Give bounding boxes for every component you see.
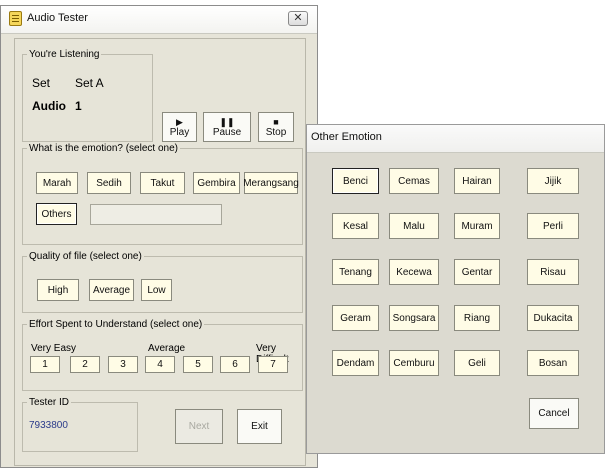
- emotion-button-takut[interactable]: Takut: [140, 172, 185, 194]
- title-bar[interactable]: Audio Tester ✕: [1, 6, 317, 34]
- tester-id-value: 7933800: [29, 420, 68, 431]
- emotion-legend: What is the emotion? (select one): [29, 143, 178, 154]
- emotion-riang-button[interactable]: Riang: [454, 305, 500, 331]
- cancel-button[interactable]: Cancel: [529, 398, 579, 429]
- emotion-bosan-button[interactable]: Bosan: [527, 350, 579, 376]
- stop-icon: ■: [273, 116, 279, 127]
- emotion-muram-button[interactable]: Muram: [454, 213, 500, 239]
- emotion-cemas-button[interactable]: Cemas: [389, 168, 439, 194]
- quality-legend: Quality of file (select one): [29, 251, 142, 262]
- emotion-button-sedih[interactable]: Sedih: [87, 172, 131, 194]
- popup-title: Other Emotion: [311, 131, 382, 143]
- audio-value: 1: [75, 99, 82, 113]
- emotion-button-marah[interactable]: Marah: [36, 172, 78, 194]
- content-panel: You're Listening Set Set A Audio 1 ▶ Pla…: [14, 38, 306, 466]
- others-text-field[interactable]: [90, 204, 222, 225]
- effort-scale-left: Very Easy: [31, 343, 77, 354]
- effort-legend: Effort Spent to Understand (select one): [29, 319, 203, 330]
- emotion-kesal-button[interactable]: Kesal: [332, 213, 379, 239]
- exit-button[interactable]: Exit: [237, 409, 282, 444]
- others-button[interactable]: Others: [36, 203, 77, 225]
- emotion-tenang-button[interactable]: Tenang: [332, 259, 379, 285]
- effort-button-4[interactable]: 4: [145, 356, 175, 373]
- popup-title-bar[interactable]: Other Emotion: [307, 125, 604, 153]
- tester-id-legend: Tester ID: [29, 397, 70, 408]
- stop-button[interactable]: ■ Stop: [258, 112, 294, 142]
- effort-button-6[interactable]: 6: [220, 356, 250, 373]
- emotion-dukacita-button[interactable]: Dukacita: [527, 305, 579, 331]
- emotion-benci-button[interactable]: Benci: [332, 168, 379, 194]
- emotion-gentar-button[interactable]: Gentar: [454, 259, 500, 285]
- emotion-dendam-button[interactable]: Dendam: [332, 350, 379, 376]
- effort-button-7[interactable]: 7: [258, 356, 288, 373]
- set-value: Set A: [75, 76, 104, 90]
- pause-button[interactable]: ❚❚ Pause: [203, 112, 251, 142]
- effort-button-1[interactable]: 1: [30, 356, 60, 373]
- emotion-geli-button[interactable]: Geli: [454, 350, 500, 376]
- emotion-jijik-button[interactable]: Jijik: [527, 168, 579, 194]
- app-icon: [9, 11, 22, 26]
- close-icon[interactable]: ✕: [288, 11, 308, 26]
- quality-button-high[interactable]: High: [37, 279, 79, 301]
- effort-button-5[interactable]: 5: [183, 356, 213, 373]
- window-title: Audio Tester: [27, 12, 88, 24]
- emotion-risau-button[interactable]: Risau: [527, 259, 579, 285]
- listening-legend: You're Listening: [29, 49, 100, 60]
- quality-button-low[interactable]: Low: [141, 279, 172, 301]
- effort-scale-mid: Average: [148, 343, 186, 354]
- play-button[interactable]: ▶ Play: [162, 112, 197, 142]
- emotion-group: What is the emotion? (select one): [22, 143, 303, 245]
- emotion-kecewa-button[interactable]: Kecewa: [389, 259, 439, 285]
- emotion-hairan-button[interactable]: Hairan: [454, 168, 500, 194]
- emotion-button-merangsang[interactable]: Merangsang: [243, 172, 299, 194]
- effort-button-2[interactable]: 2: [70, 356, 100, 373]
- emotion-malu-button[interactable]: Malu: [389, 213, 439, 239]
- emotion-songsara-button[interactable]: Songsara: [389, 305, 439, 331]
- emotion-perli-button[interactable]: Perli: [527, 213, 579, 239]
- emotion-button-gembira[interactable]: Gembira: [193, 172, 240, 194]
- emotion-cemburu-button[interactable]: Cemburu: [389, 350, 439, 376]
- listening-group: You're Listening: [22, 49, 153, 142]
- play-label: Play: [169, 126, 190, 138]
- effort-button-3[interactable]: 3: [108, 356, 138, 373]
- pause-label: Pause: [212, 126, 242, 138]
- audio-tester-window: Audio Tester ✕ You're Listening Set Set …: [0, 5, 318, 468]
- set-label: Set: [32, 76, 51, 90]
- emotion-geram-button[interactable]: Geram: [332, 305, 379, 331]
- stop-label: Stop: [265, 126, 287, 138]
- other-emotion-window: Other Emotion Benci Cemas Hairan Jijik K…: [306, 124, 605, 454]
- next-button[interactable]: Next: [175, 409, 223, 444]
- pause-icon: ❚❚: [219, 116, 235, 127]
- audio-label: Audio: [32, 99, 66, 113]
- quality-button-average[interactable]: Average: [89, 279, 134, 301]
- play-icon: ▶: [176, 116, 183, 127]
